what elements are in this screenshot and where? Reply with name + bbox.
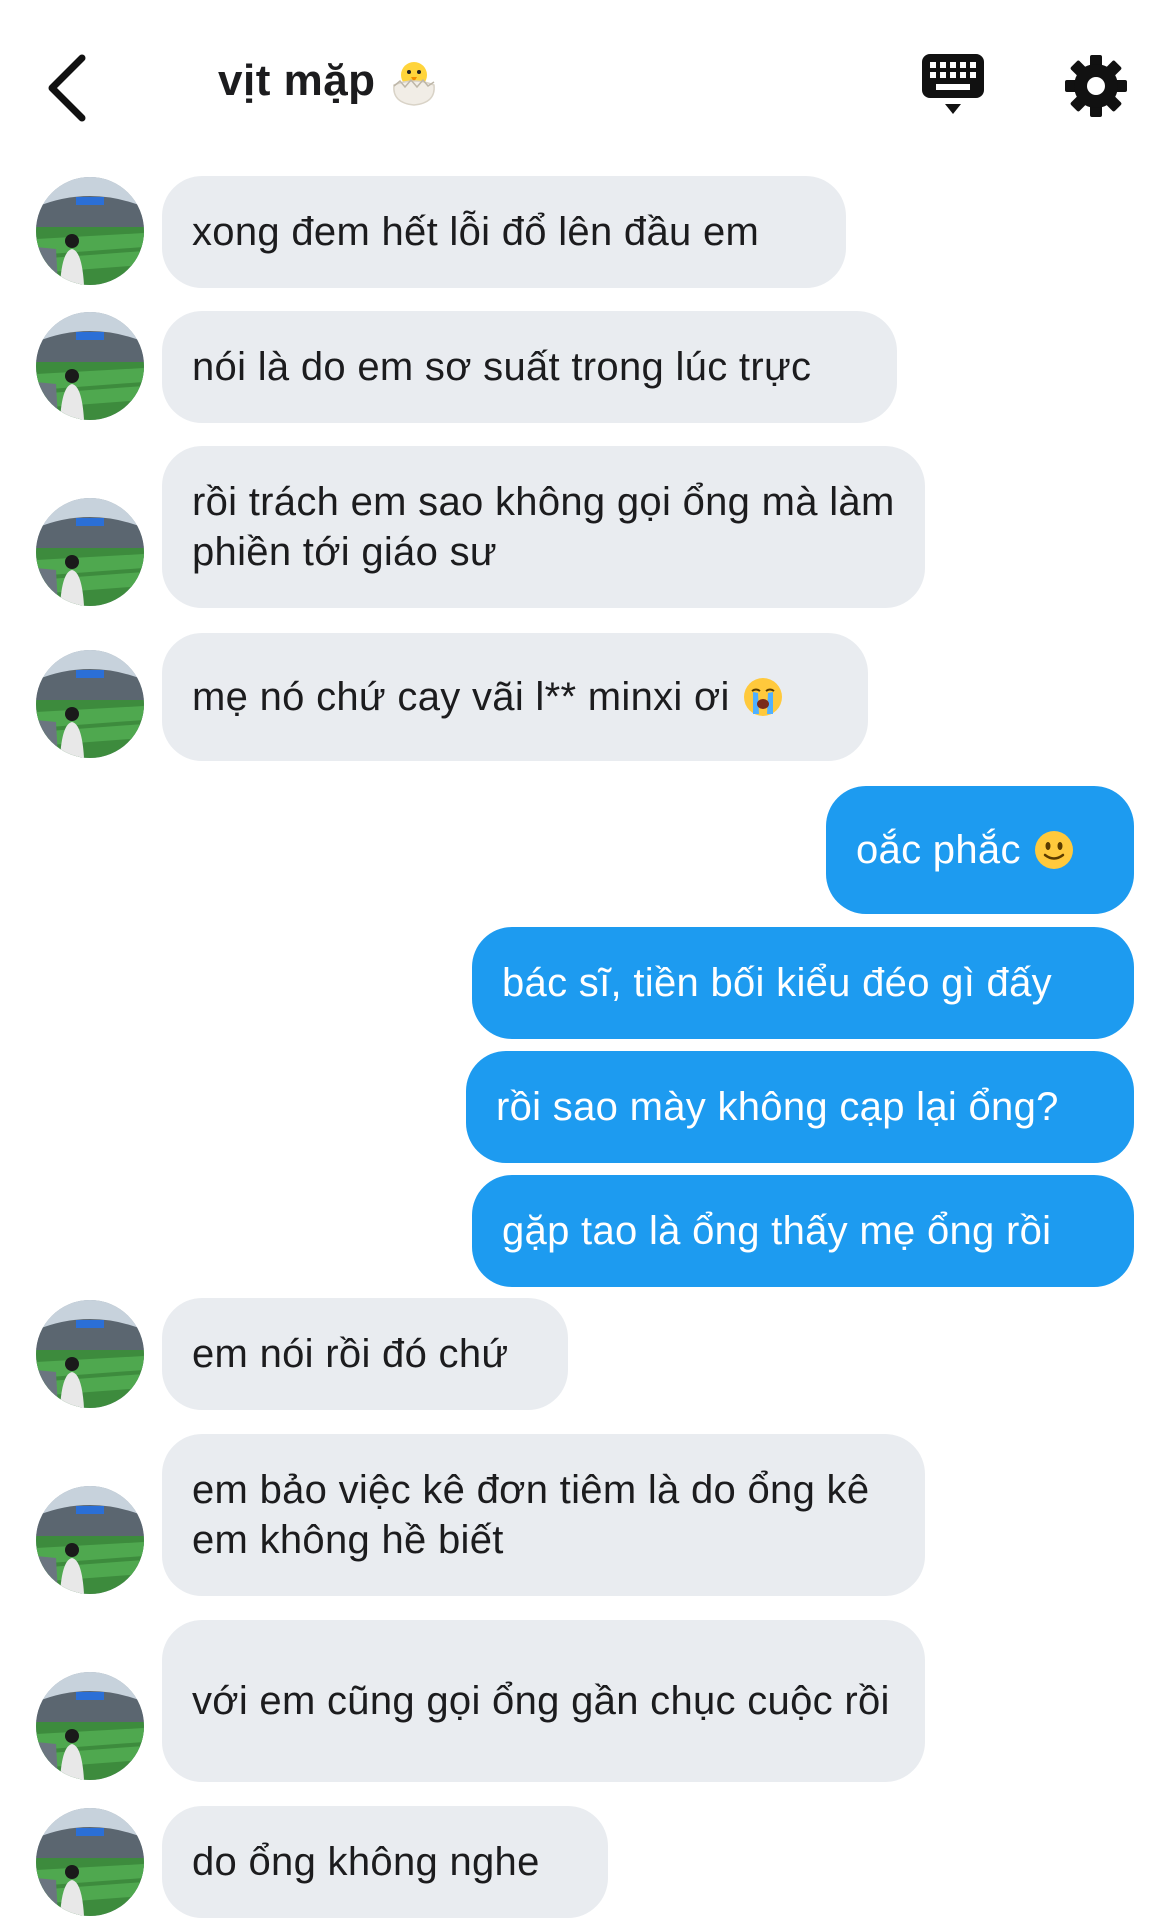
outgoing-message-bubble[interactable]: gặp tao là ổng thấy mẹ ổng rồi	[472, 1175, 1134, 1287]
message-text: mẹ nó chứ cay vãi l** minxi ơi	[192, 675, 730, 719]
chat-title-group[interactable]: vịt mặp	[218, 55, 438, 107]
message-text: rồi trách em sao không gọi ổng mà làm ph…	[192, 480, 906, 574]
keyboard-icon	[922, 54, 984, 114]
outgoing-message-bubble[interactable]: bác sĩ, tiền bối kiểu đéo gì đấy	[472, 927, 1134, 1039]
message-text: với em cũng gọi ổng gần chục cuộc rồi	[192, 1679, 890, 1723]
message-text: oắc phắc	[856, 828, 1021, 872]
avatar[interactable]	[36, 498, 144, 606]
outgoing-message-bubble[interactable]: rồi sao mày không cạp lại ổng?	[466, 1051, 1134, 1163]
settings-button[interactable]	[1064, 54, 1128, 118]
chevron-left-icon	[48, 54, 86, 122]
message-text: bác sĩ, tiền bối kiểu đéo gì đấy	[502, 961, 1052, 1005]
avatar[interactable]	[36, 650, 144, 758]
avatar[interactable]	[36, 1300, 144, 1408]
hatching-chick-icon	[392, 62, 435, 106]
incoming-message-bubble[interactable]: do ổng không nghe	[162, 1806, 608, 1918]
slightly-smiling-face-icon	[1034, 831, 1073, 869]
avatar[interactable]	[36, 177, 144, 285]
chat-title[interactable]: vịt mặp	[218, 56, 376, 106]
message-text: em bảo việc kê đơn tiêm là do ổng kê em …	[192, 1468, 881, 1562]
back-button[interactable]	[42, 48, 102, 128]
gear-icon	[1065, 55, 1127, 117]
incoming-message-bubble[interactable]: em nói rồi đó chứ	[162, 1298, 568, 1410]
incoming-message-bubble[interactable]: nói là do em sơ suất trong lúc trực	[162, 311, 897, 423]
chat-header: vịt mặp	[0, 0, 1163, 170]
message-text: em nói rồi đó chứ	[192, 1332, 509, 1376]
loudly-crying-face-icon	[743, 678, 782, 716]
avatar[interactable]	[36, 1486, 144, 1594]
message-text: nói là do em sơ suất trong lúc trực	[192, 345, 812, 389]
message-text: rồi sao mày không cạp lại ổng?	[496, 1085, 1059, 1129]
avatar[interactable]	[36, 1808, 144, 1916]
incoming-message-bubble[interactable]: xong đem hết lỗi đổ lên đầu em	[162, 176, 846, 288]
outgoing-message-bubble[interactable]: oắc phắc	[826, 786, 1134, 914]
incoming-message-bubble[interactable]: mẹ nó chứ cay vãi l** minxi ơi	[162, 633, 868, 761]
avatar[interactable]	[36, 1672, 144, 1780]
incoming-message-bubble[interactable]: với em cũng gọi ổng gần chục cuộc rồi	[162, 1620, 925, 1782]
message-text: do ổng không nghe	[192, 1840, 540, 1884]
keyboard-button[interactable]	[920, 52, 986, 120]
avatar[interactable]	[36, 312, 144, 420]
message-text: xong đem hết lỗi đổ lên đầu em	[192, 210, 760, 254]
message-text: gặp tao là ổng thấy mẹ ổng rồi	[502, 1209, 1052, 1253]
incoming-message-bubble[interactable]: rồi trách em sao không gọi ổng mà làm ph…	[162, 446, 925, 608]
incoming-message-bubble[interactable]: em bảo việc kê đơn tiêm là do ổng kê em …	[162, 1434, 925, 1596]
